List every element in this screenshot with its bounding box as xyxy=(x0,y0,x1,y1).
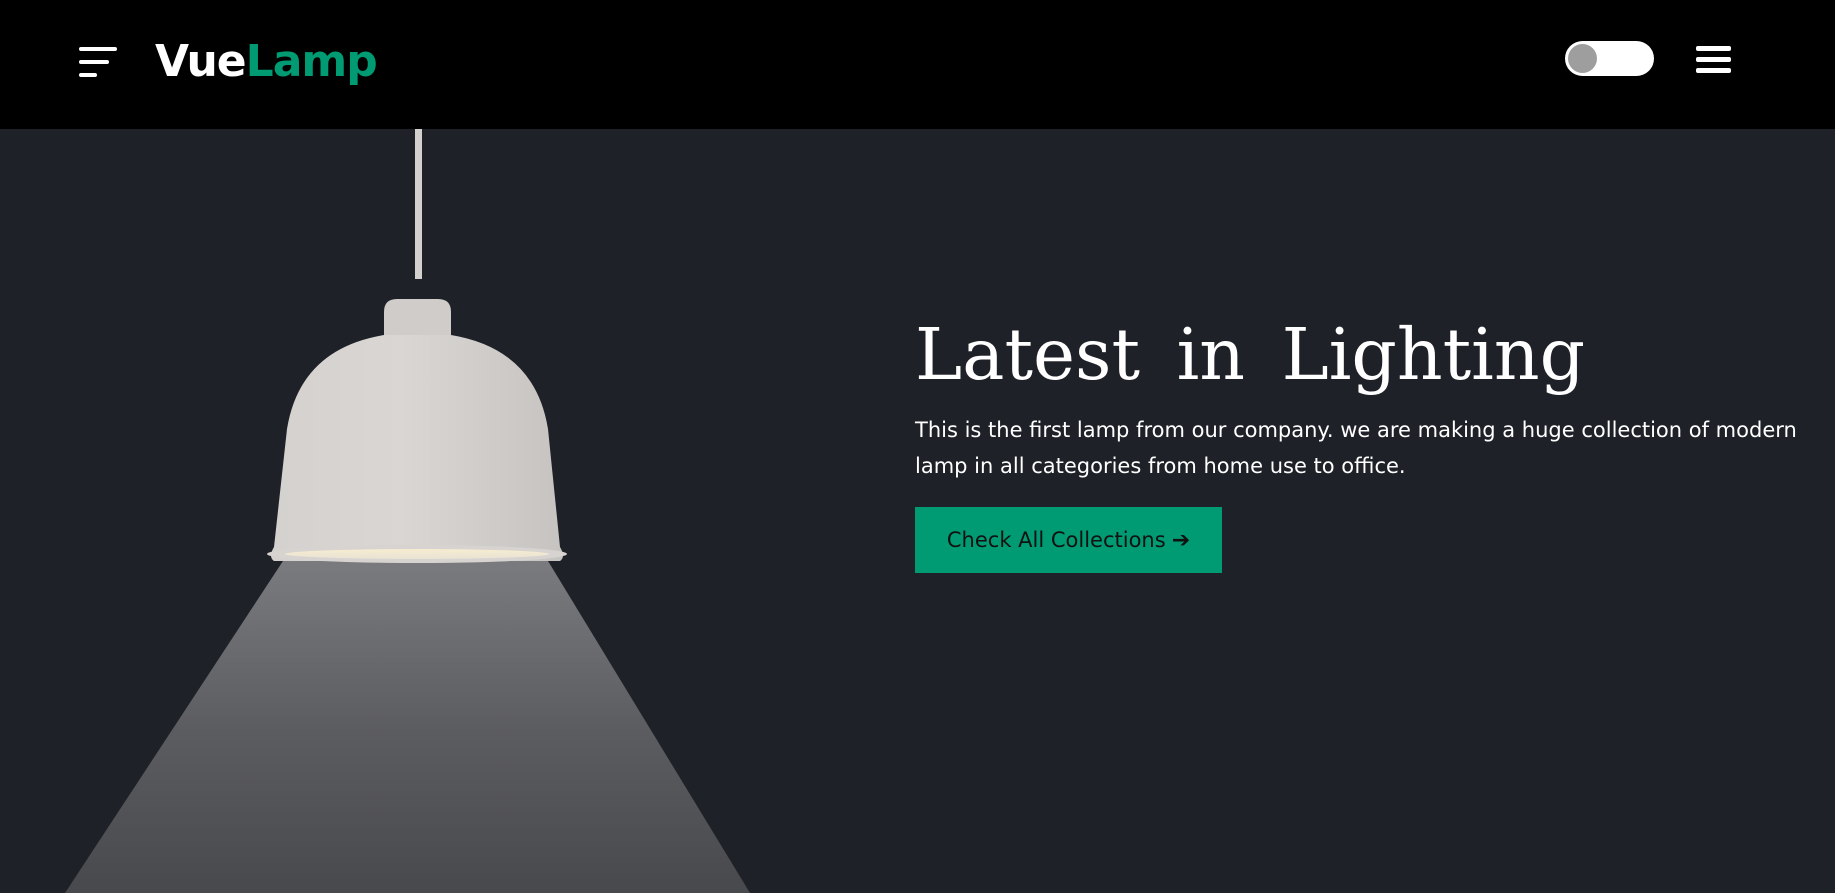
hero-title: Latest in Lighting xyxy=(915,313,1586,396)
hamburger-icon[interactable] xyxy=(1696,44,1731,76)
lamp-cord xyxy=(415,129,422,279)
brand-logo[interactable]: VueLamp xyxy=(155,32,378,92)
menu-lines-icon[interactable] xyxy=(79,47,119,77)
menu-line xyxy=(79,47,117,51)
lamp-cap xyxy=(384,299,451,337)
hero-description: This is the first lamp from our company.… xyxy=(915,418,1797,478)
brand-logo-part1: Vue xyxy=(155,36,247,87)
check-all-collections-button[interactable]: Check All Collections ➔ xyxy=(915,507,1222,573)
cta-label: Check All Collections xyxy=(946,528,1166,552)
hero-content: Latest in Lighting This is the first lam… xyxy=(915,312,1815,573)
top-navbar: VueLamp xyxy=(0,0,1835,129)
hamburger-line xyxy=(1696,68,1731,73)
hamburger-line xyxy=(1696,57,1731,62)
hamburger-line xyxy=(1696,46,1731,51)
theme-toggle[interactable] xyxy=(1565,41,1654,76)
brand-logo-part2: Lamp xyxy=(245,36,378,87)
toggle-knob xyxy=(1568,44,1597,73)
lamp-glow xyxy=(285,549,549,559)
menu-line xyxy=(79,73,97,77)
arrow-right-icon: ➔ xyxy=(1171,527,1191,553)
hero-section: Latest in Lighting This is the first lam… xyxy=(0,129,1835,893)
pendant-lamp-illustration xyxy=(65,129,750,893)
lamp-shade xyxy=(271,335,563,561)
menu-line xyxy=(79,60,109,64)
light-beam xyxy=(65,561,750,893)
